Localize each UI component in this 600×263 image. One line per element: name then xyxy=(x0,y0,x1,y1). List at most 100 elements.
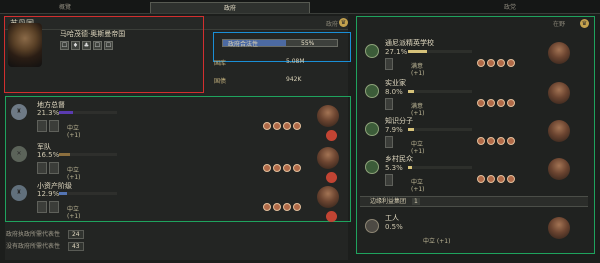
legitimacy-value: 55% xyxy=(301,40,315,47)
group-slot[interactable] xyxy=(385,174,393,186)
group-percent: 16.5% xyxy=(37,151,60,159)
leader-portrait[interactable] xyxy=(548,42,570,64)
opposition-group-row[interactable]: 通尼派精英学校 27.1% 满意 (+1) xyxy=(365,34,590,77)
opposition-group-row[interactable]: 乡村民众 5.3% 中立 (+1) xyxy=(365,150,590,193)
ideology-icon[interactable] xyxy=(293,164,301,172)
ideology-icon[interactable] xyxy=(487,175,495,183)
group-percent: 7.9% xyxy=(385,126,403,134)
leader-portrait[interactable] xyxy=(548,82,570,104)
group-slot[interactable] xyxy=(49,120,59,132)
ideology-icon[interactable] xyxy=(293,203,301,211)
group-percent: 5.3% xyxy=(385,164,403,172)
group-bar xyxy=(59,192,117,195)
stat-value: 942K xyxy=(286,76,302,83)
ideology-icon[interactable] xyxy=(293,122,301,130)
stat-label: 国债 xyxy=(214,78,227,85)
group-percent: 8.0% xyxy=(385,88,403,96)
leader-portrait[interactable] xyxy=(317,105,339,127)
group-name: 乡村民众 xyxy=(385,155,413,163)
group-name: 工人 xyxy=(385,214,399,222)
tab-parties[interactable]: 政党 xyxy=(480,2,540,13)
group-bar xyxy=(408,166,472,169)
ideology-icon[interactable] xyxy=(273,164,281,172)
interest-group-row[interactable]: ✕ 军队 16.5% 中立 (+1) xyxy=(7,141,347,183)
footer-label: 政府执政所需代表性 xyxy=(6,231,61,238)
group-slot[interactable] xyxy=(49,162,59,174)
group-percent: 21.3% xyxy=(37,109,60,117)
ideology-icon[interactable] xyxy=(497,99,505,107)
leader-portrait[interactable] xyxy=(548,120,570,142)
group-slot[interactable] xyxy=(37,162,47,174)
ideology-icon[interactable] xyxy=(283,164,291,172)
leader-portrait[interactable] xyxy=(548,217,570,239)
interest-group-row[interactable]: ♜ 地方总督 21.3% 中立 (+1) xyxy=(7,99,347,141)
group-name: 实业家 xyxy=(385,79,406,87)
group-slot[interactable] xyxy=(49,201,59,213)
ideology-icon[interactable] xyxy=(507,59,515,67)
scholar-icon xyxy=(365,44,379,58)
ideology-icon[interactable] xyxy=(487,137,495,145)
ideology-icon[interactable] xyxy=(273,122,281,130)
crown-icon: ♛ xyxy=(580,19,589,28)
leader-portrait[interactable] xyxy=(548,158,570,180)
group-slot[interactable] xyxy=(385,58,393,70)
ideology-icon[interactable] xyxy=(477,99,485,107)
group-slot[interactable] xyxy=(37,120,47,132)
group-slot[interactable] xyxy=(385,98,393,110)
ideology-icon[interactable] xyxy=(263,164,271,172)
interest-group-row[interactable]: ♜ 小资产阶级 12.9% 中立 (+1) xyxy=(7,180,347,222)
footer-row: 政府执政所需代表性 24 xyxy=(6,229,84,239)
red-action-icon[interactable] xyxy=(326,211,337,222)
ideology-icon[interactable] xyxy=(497,59,505,67)
red-action-icon[interactable] xyxy=(326,130,337,141)
ideology-icon[interactable] xyxy=(487,99,495,107)
ruler-highlight-box xyxy=(4,16,204,93)
worker-group-row[interactable]: 工人 0.5% 中立 (+1) xyxy=(365,209,590,249)
industrialist-icon xyxy=(365,84,379,98)
ideology-icon[interactable] xyxy=(477,175,485,183)
ideology-icon[interactable] xyxy=(263,122,271,130)
group-percent: 27.1% xyxy=(385,48,408,56)
military-icon: ✕ xyxy=(11,146,27,162)
leader-portrait[interactable] xyxy=(317,147,339,169)
approval-text: 中立 (+1) xyxy=(67,167,81,181)
worker-icon xyxy=(365,219,379,233)
marginalized-groups-header[interactable]: 边缘利益集团 1 xyxy=(360,196,588,207)
approval-text: 中立 (+1) xyxy=(67,206,81,220)
opposition-group-row[interactable]: 实业家 8.0% 满意 (+1) xyxy=(365,74,590,117)
group-slot[interactable] xyxy=(385,136,393,148)
ideology-icon[interactable] xyxy=(263,203,271,211)
footer-row: 没有政府所需代表性 43 xyxy=(6,241,84,251)
ideology-icon[interactable] xyxy=(487,59,495,67)
approval-text: 中立 (+1) xyxy=(423,238,451,245)
footer-value: 43 xyxy=(67,242,84,251)
ideology-icon[interactable] xyxy=(273,203,281,211)
ideology-icon[interactable] xyxy=(283,203,291,211)
group-bar xyxy=(59,111,117,114)
ideology-icon[interactable] xyxy=(507,137,515,145)
opposition-group-row[interactable]: 知识分子 7.9% 中立 (+1) xyxy=(365,112,590,155)
legitimacy-label: 政府合法性 xyxy=(228,41,259,48)
ideology-icon[interactable] xyxy=(497,175,505,183)
footer-value: 24 xyxy=(67,230,84,239)
petty-bourgeoisie-icon: ♜ xyxy=(11,185,27,201)
ideology-icon[interactable] xyxy=(283,122,291,130)
ideology-icon[interactable] xyxy=(507,99,515,107)
rural-folk-icon xyxy=(365,160,379,174)
government-label: 政府 xyxy=(325,21,338,28)
intellectual-icon xyxy=(365,122,379,136)
tab-overview[interactable]: 概覽 xyxy=(35,2,95,13)
tab-government[interactable]: 政府 xyxy=(150,2,310,13)
group-slot[interactable] xyxy=(37,201,47,213)
leader-portrait[interactable] xyxy=(317,186,339,208)
group-bar xyxy=(408,90,472,93)
group-percent: 12.9% xyxy=(37,190,60,198)
ideology-icon[interactable] xyxy=(497,137,505,145)
marginalized-count: 1 xyxy=(411,198,420,205)
stat-value: 5.08M xyxy=(286,58,305,65)
ideology-icon[interactable] xyxy=(507,175,515,183)
group-percent: 0.5% xyxy=(385,223,403,231)
ideology-icon[interactable] xyxy=(477,137,485,145)
ideology-icon[interactable] xyxy=(477,59,485,67)
group-name: 通尼派精英学校 xyxy=(385,39,434,47)
